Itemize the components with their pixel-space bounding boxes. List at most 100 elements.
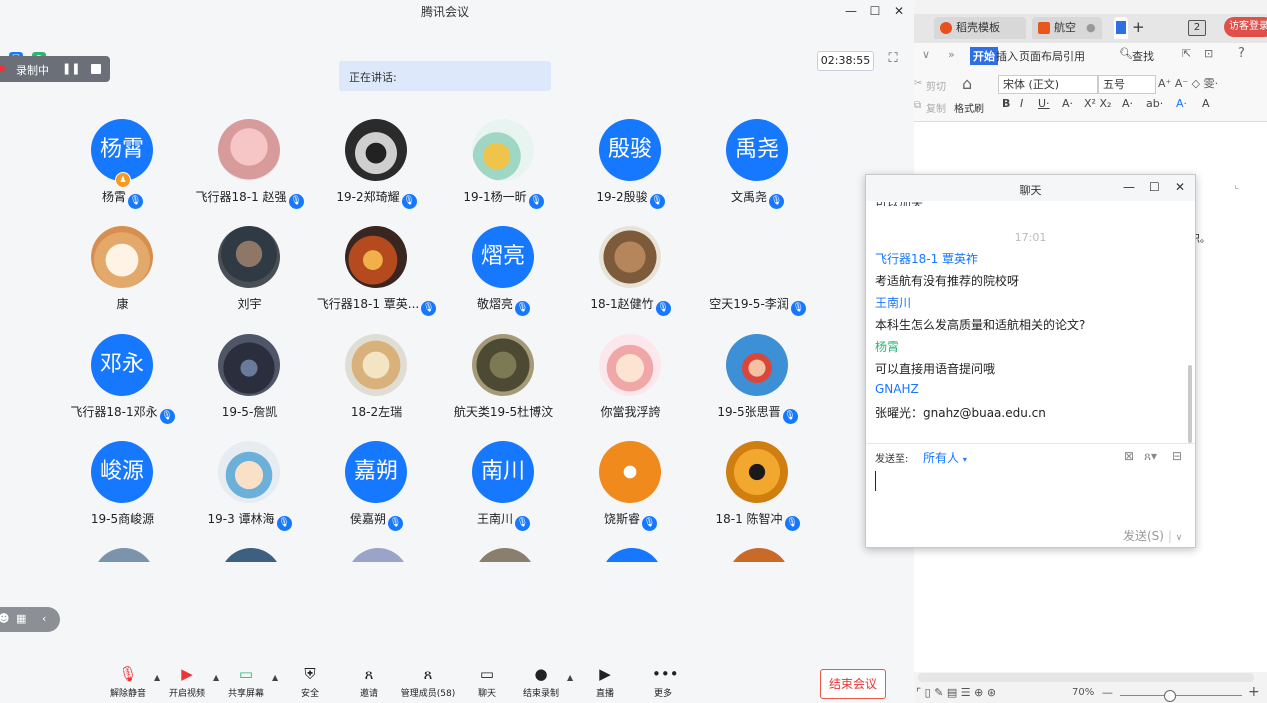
tab-count-badge[interactable]: 2 — [1188, 20, 1206, 36]
underline-icon[interactable]: U· — [1038, 97, 1050, 110]
participant-tile[interactable]: 空天19-5-李润 🎙︎ — [694, 226, 821, 333]
horizontal-scrollbar[interactable] — [918, 673, 1254, 682]
tab-home[interactable]: 开始 — [970, 47, 998, 65]
participant-tile[interactable]: 熠亮 敬熠亮 🎙︎ — [440, 226, 567, 333]
new-tab-icon[interactable]: + — [1132, 18, 1145, 36]
bold-icon[interactable]: B — [1002, 97, 1010, 110]
emoji-icon[interactable]: ☻ — [0, 612, 9, 625]
maximize-icon[interactable]: ☐ — [866, 2, 884, 20]
copy-button[interactable]: 复制 — [926, 100, 946, 115]
cut-button[interactable]: 剪切 — [926, 78, 946, 93]
participant-tile[interactable]: 19-3 谭林海 🎙︎ — [186, 441, 313, 548]
participant-tile[interactable]: 邓永 飞行器18-1邓永 🎙︎ — [59, 334, 186, 441]
chat-minimize-icon[interactable]: — — [1123, 180, 1135, 194]
participant-tile[interactable]: 飞行器18-1 赵强 🎙︎ — [186, 119, 313, 226]
toolbar-button[interactable]: ▶ 直播 — [575, 665, 635, 699]
zoom-in-icon[interactable]: + — [1248, 684, 1260, 700]
toolbar-button[interactable]: ጸ 邀请 — [339, 665, 399, 699]
toolbar-button[interactable]: ▶ 开启视频 — [157, 665, 217, 699]
export-icon[interactable]: ⊡ — [1204, 47, 1213, 60]
search-label[interactable]: 查找 — [1132, 48, 1154, 64]
tab-aviation[interactable]: 航空 ● — [1032, 17, 1102, 39]
search-icon[interactable]: 🔍︎ — [1119, 47, 1133, 60]
help-icon[interactable]: ? — [1238, 46, 1245, 61]
tab-insert[interactable]: 插入 — [996, 48, 1018, 64]
tab-doc-active[interactable] — [1114, 17, 1128, 39]
stop-recording-icon[interactable] — [91, 64, 101, 74]
send-to-select[interactable]: 所有人 ▾ — [923, 449, 967, 466]
char-shading-icon[interactable]: A — [1202, 97, 1210, 110]
view-mode-icons[interactable]: ⌜ ▯ ✎ ▤ ☰ ⊕ ⊛ — [916, 686, 996, 699]
format-painter-button[interactable]: 格式刷 — [954, 100, 984, 115]
participant-tile[interactable]: 康 — [59, 226, 186, 333]
format-painter-icon[interactable]: ⌂ — [962, 74, 972, 93]
font-name-select[interactable]: 宋体 (正文) — [998, 75, 1098, 94]
participant-tile[interactable]: 18-2左瑞 — [313, 334, 440, 441]
toolbar-button[interactable]: ⛨ 安全 — [280, 665, 340, 699]
participant-tile[interactable]: 18-1 陈智冲 🎙︎ — [694, 441, 821, 548]
sidebar-toggle-icon[interactable]: ⊟ — [1172, 449, 1182, 463]
participant-tile[interactable]: 南川 王南川 🎙︎ — [440, 441, 567, 548]
send-button[interactable]: 发送(S) | ∨ — [1123, 527, 1182, 544]
participant-tile[interactable]: 飞行器18-1 覃英... 🎙︎ — [313, 226, 440, 333]
collapse-arrow-icon[interactable]: ‹ — [42, 612, 46, 625]
chat-sender[interactable]: GNAHZ — [875, 382, 919, 396]
tab-page-layout[interactable]: 页面布局 — [1019, 48, 1063, 64]
chat-input[interactable] — [870, 465, 1190, 521]
participant-tile[interactable]: 杨霄 ♟ 杨霄 🎙︎ — [59, 119, 186, 226]
strikethrough-icon[interactable]: A· — [1062, 97, 1073, 110]
participant-tile[interactable]: 嘉朔 侯嘉朔 🎙︎ — [313, 441, 440, 548]
guest-login-button[interactable]: 访客登录 — [1224, 17, 1267, 37]
superscript-icon[interactable]: X² X₂ — [1084, 97, 1111, 110]
participant-tile[interactable]: 峻源 19-5商峻源 — [59, 441, 186, 548]
toolbar-button[interactable]: ● 结束录制 — [511, 665, 571, 699]
toolbar-button[interactable]: ጸ 管理成员(58) — [398, 665, 458, 699]
participant-tile[interactable]: 19-5张思晋 🎙︎ — [694, 334, 821, 441]
participant-tile[interactable]: 19-2郑琦耀 🎙︎ — [313, 119, 440, 226]
more-tabs-icon[interactable]: » — [948, 48, 955, 61]
highlight-icon[interactable]: ab· — [1146, 97, 1163, 110]
tab-dot-icon[interactable]: ● — [1086, 17, 1096, 39]
zoom-level[interactable]: 70% — [1072, 687, 1094, 698]
toolbar-button[interactable]: ▭ 共享屏幕 — [216, 665, 276, 699]
toolbar-button[interactable]: 🎙︎ 解除静音 — [98, 665, 158, 699]
minimize-icon[interactable]: — — [842, 2, 860, 20]
side-collapse-pill[interactable]: ☻ ▦ ‹ — [0, 607, 60, 632]
user-icon[interactable]: ጸ▾ — [1144, 449, 1157, 464]
participant-tile[interactable]: 19-5-詹凯 — [186, 334, 313, 441]
chevron-down-icon[interactable]: ∨ — [922, 48, 930, 61]
italic-icon[interactable]: I — [1020, 97, 1023, 110]
chat-close-icon[interactable]: ✕ — [1175, 180, 1185, 194]
chat-sender[interactable]: 飞行器18-1 覃英祚 — [875, 250, 978, 267]
participant-tile[interactable]: 18-1赵健竹 🎙︎ — [567, 226, 694, 333]
close-icon[interactable]: ✕ — [890, 2, 908, 20]
zoom-out-icon[interactable]: — — [1102, 686, 1113, 699]
zoom-slider-thumb[interactable] — [1164, 690, 1176, 702]
chat-sender[interactable]: 杨霄 — [875, 338, 899, 355]
zoom-slider[interactable] — [1120, 695, 1242, 696]
image-icon[interactable]: ⊠ — [1124, 449, 1134, 463]
font-color-icon[interactable]: A· — [1176, 97, 1187, 110]
participant-tile[interactable]: 航天类19-5杜博汶 — [440, 334, 567, 441]
share-icon[interactable]: ⇱ — [1182, 47, 1191, 60]
participant-tile[interactable]: 饶斯睿 🎙︎ — [567, 441, 694, 548]
font-grow-icon[interactable]: A⁺ A⁻ ◇ 雯· — [1158, 75, 1218, 91]
keyboard-icon[interactable]: ▦ — [16, 612, 26, 625]
end-meeting-button[interactable]: 结束会议 — [820, 669, 886, 699]
fullscreen-icon[interactable]: ⛶ — [884, 51, 902, 69]
toolbar-caret-icon[interactable]: ▲ — [567, 673, 573, 682]
chat-sender[interactable]: 王南川 — [875, 294, 911, 311]
toolbar-button[interactable]: ▭ 聊天 — [457, 665, 517, 699]
tab-references[interactable]: 引用 — [1063, 48, 1085, 64]
participant-tile[interactable]: 你當我浮誇 — [567, 334, 694, 441]
participant-tile[interactable]: 刘宇 — [186, 226, 313, 333]
toolbar-caret-icon[interactable]: ▲ — [272, 673, 278, 682]
pause-recording-icon[interactable]: ❚❚ — [62, 62, 80, 75]
chat-scrollbar[interactable] — [1188, 365, 1192, 443]
font-size-select[interactable]: 五号 — [1098, 75, 1156, 94]
tab-docer-templates[interactable]: 稻壳模板 — [934, 17, 1026, 39]
copy-icon[interactable]: ⧉ — [914, 100, 921, 111]
participant-tile[interactable]: 禹尧 文禹尧 🎙︎ — [694, 119, 821, 226]
participant-tile[interactable]: 殷骏 19-2殷骏 🎙︎ — [567, 119, 694, 226]
toolbar-button[interactable]: ••• 更多 — [633, 665, 693, 699]
